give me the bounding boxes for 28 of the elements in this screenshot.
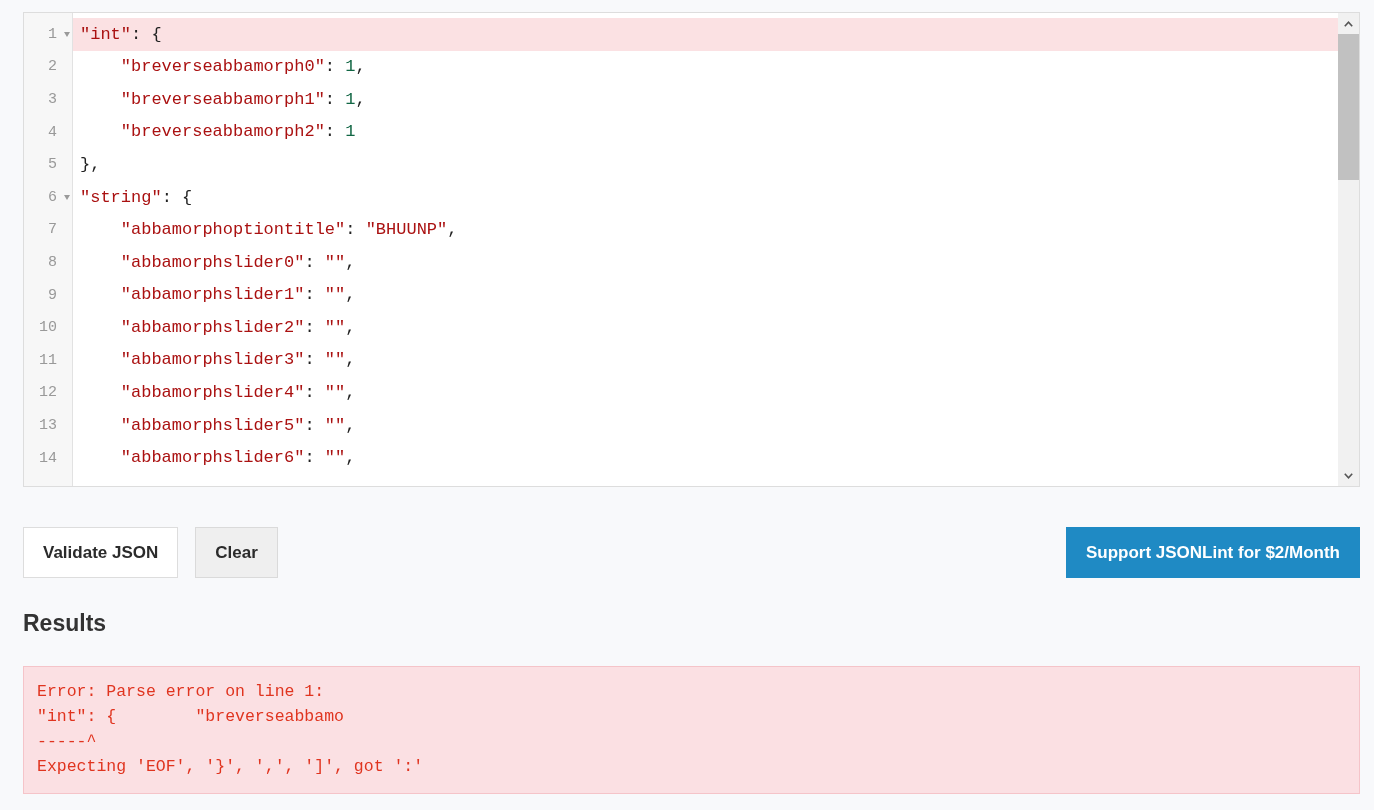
line-number: 14: [39, 450, 57, 466]
line-number: 13: [39, 417, 57, 433]
line-number: 12: [39, 385, 57, 401]
scrollbar-thumb[interactable]: [1338, 34, 1359, 180]
error-line: "int": { "breverseabbamo: [37, 706, 344, 728]
line-number: 7: [48, 222, 57, 238]
line-number: 8: [48, 254, 57, 270]
support-button[interactable]: Support JSONLint for $2/Month: [1065, 527, 1360, 578]
error-line: Error: Parse error on line 1:: [37, 681, 325, 703]
line-number: 3: [48, 92, 57, 107]
line-number: 6: [48, 189, 57, 205]
validate-button[interactable]: Validate JSON: [23, 527, 179, 578]
line-number: 2: [48, 59, 57, 75]
error-line: -----^: [37, 731, 97, 753]
line-number: 1: [48, 26, 57, 42]
line-number: 9: [48, 287, 57, 303]
chevron-up-icon[interactable]: [1344, 20, 1353, 27]
fold-arrow-icon[interactable]: [64, 31, 70, 38]
line-number: 11: [39, 352, 57, 368]
error-line: Expecting 'EOF', '}', ',', ']', got ':': [37, 756, 424, 778]
fold-arrow-icon[interactable]: [64, 194, 70, 201]
line-number: 4: [48, 124, 57, 140]
vertical-scrollbar[interactable]: [1338, 13, 1359, 486]
results-heading: Results: [23, 609, 107, 638]
line-number: 5: [48, 157, 57, 173]
chevron-down-icon[interactable]: [1344, 472, 1353, 479]
line-number: 10: [39, 320, 57, 336]
clear-button[interactable]: Clear: [195, 527, 278, 578]
